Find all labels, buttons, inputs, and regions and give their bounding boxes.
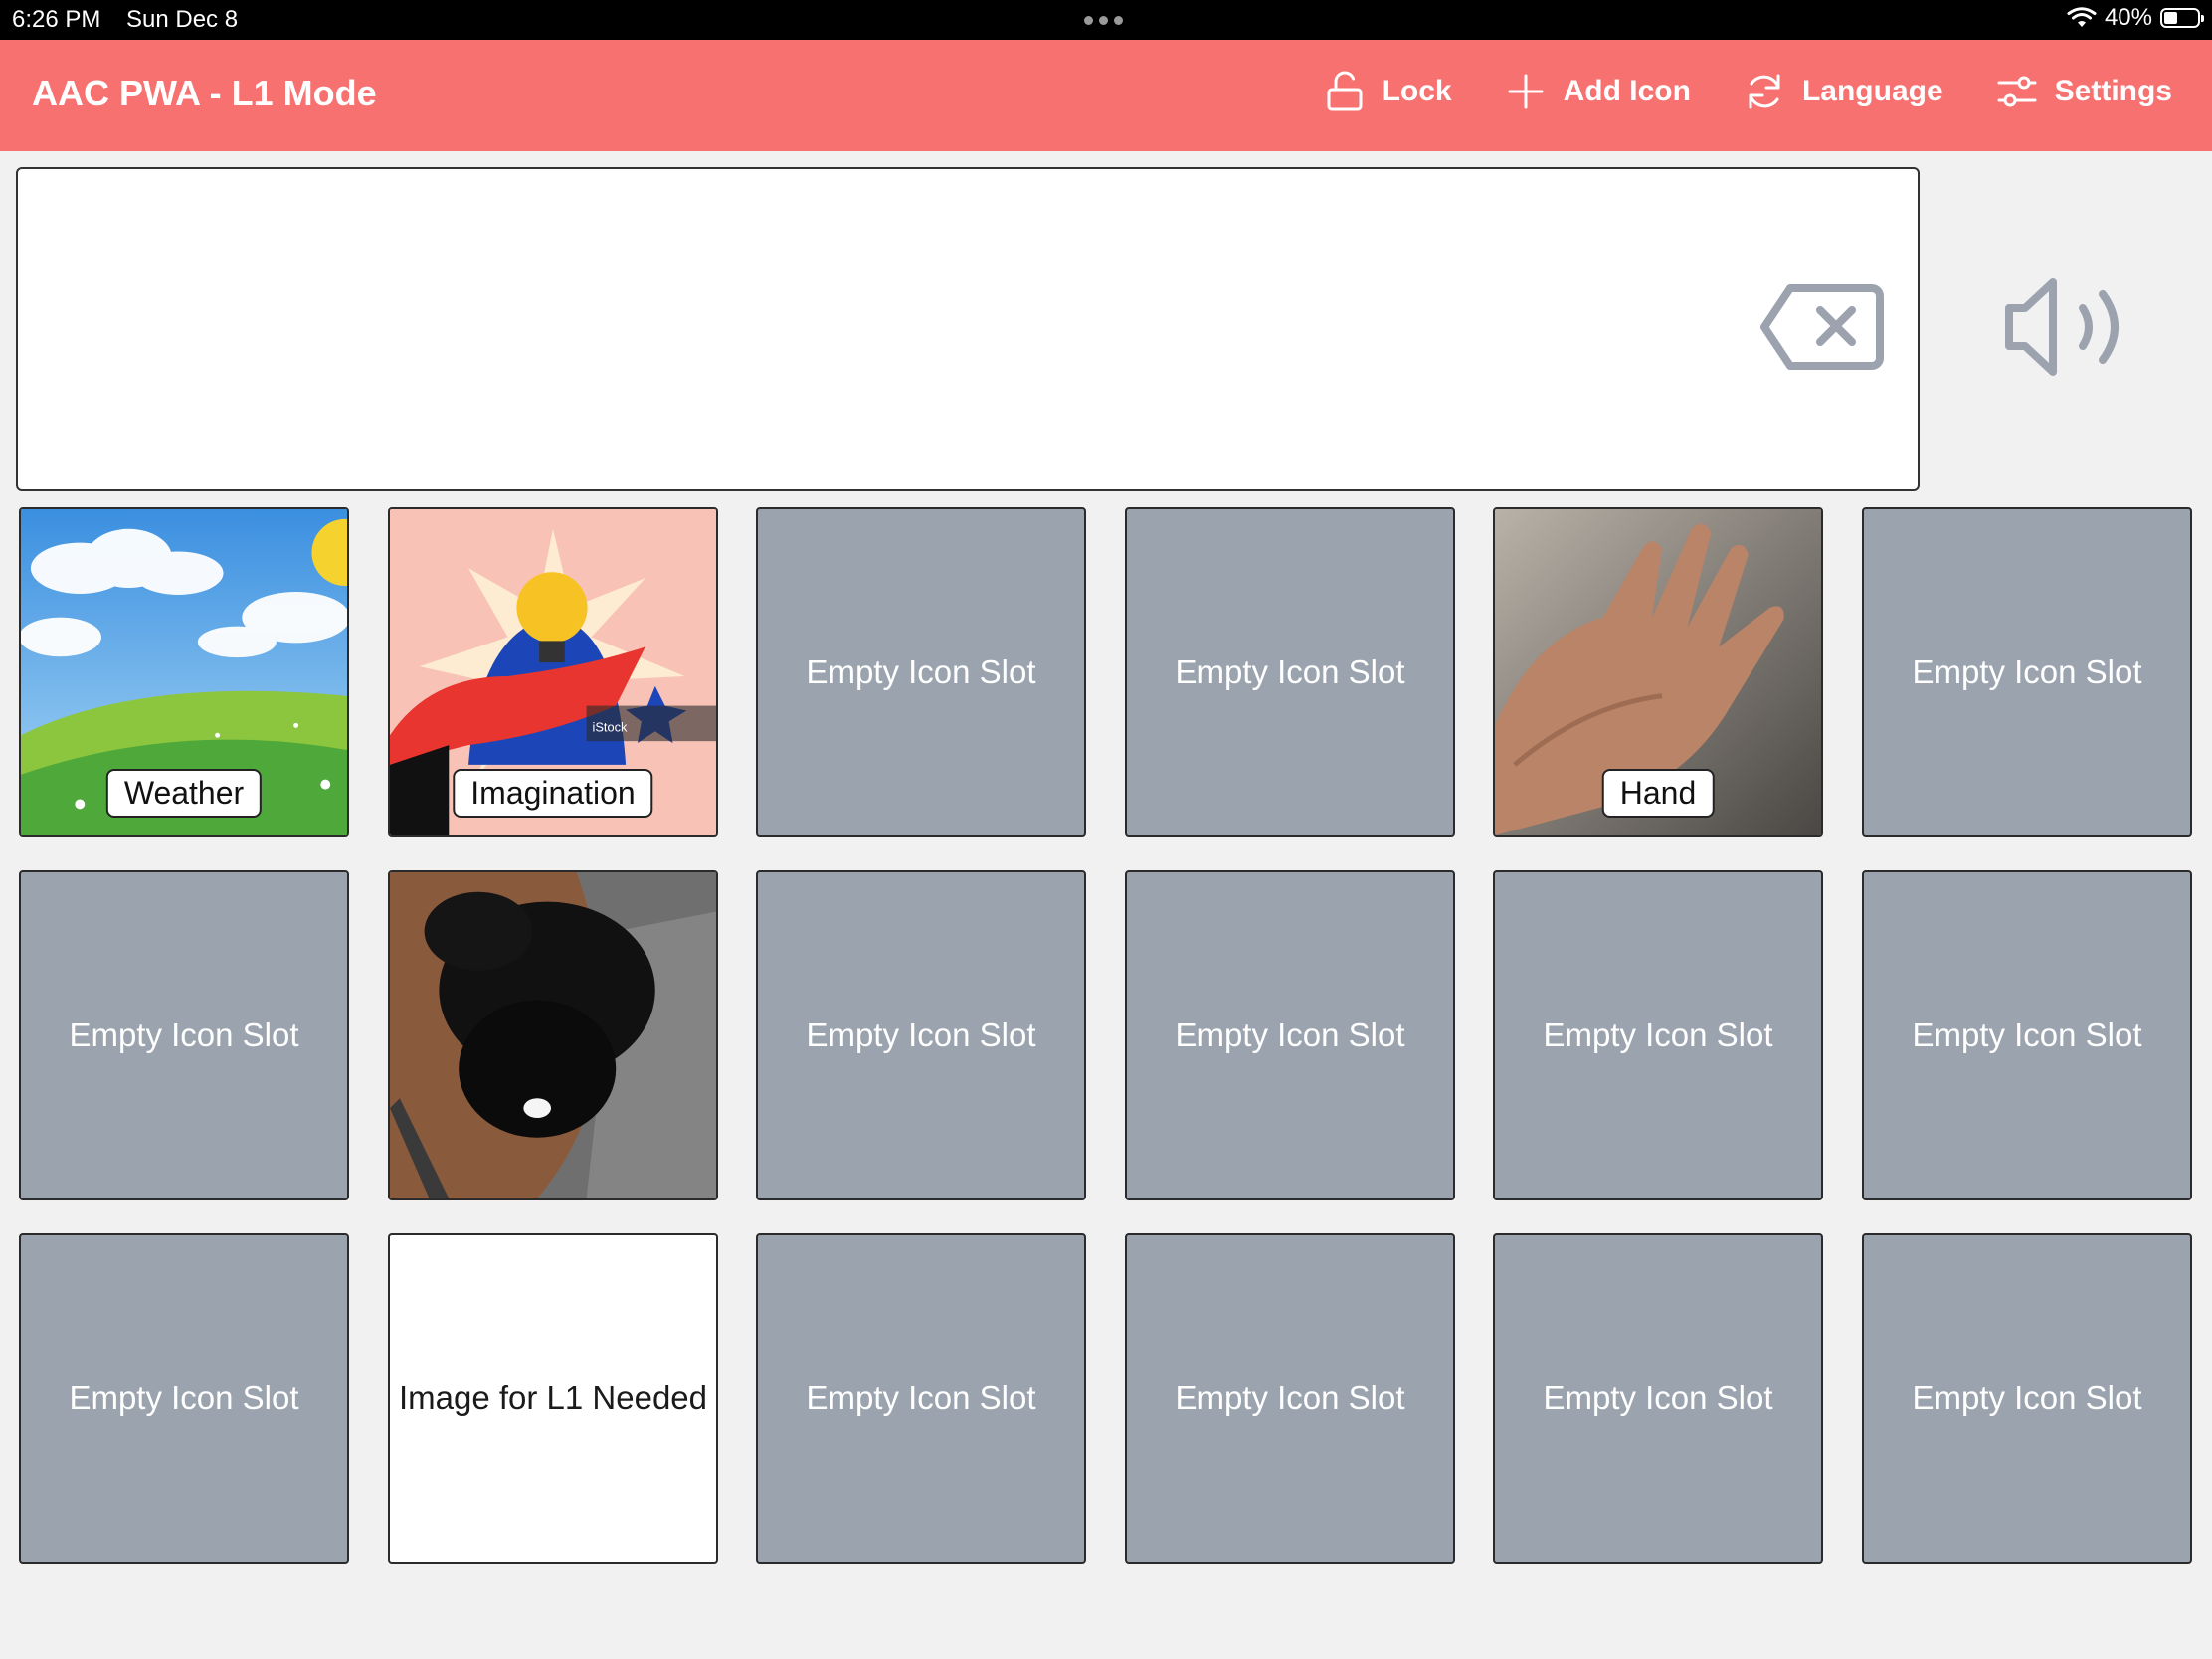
tile-weather[interactable]: Weather bbox=[19, 507, 349, 837]
tile-label: Empty Icon Slot bbox=[806, 1016, 1036, 1053]
lock-button[interactable]: Lock bbox=[1323, 70, 1452, 113]
tile-empty[interactable]: Empty Icon Slot bbox=[19, 870, 349, 1200]
tile-label: Image for L1 Needed bbox=[398, 1380, 708, 1416]
tile-empty[interactable]: Empty Icon Slot bbox=[1125, 507, 1455, 837]
istock-watermark: iStock bbox=[593, 719, 629, 734]
tile-empty[interactable]: Empty Icon Slot bbox=[1862, 507, 2192, 837]
status-time: 6:26 PM bbox=[12, 6, 101, 33]
status-date: Sun Dec 8 bbox=[126, 6, 239, 33]
tile-label: Empty Icon Slot bbox=[1543, 1380, 1773, 1416]
tile-image-needed[interactable]: Image for L1 Needed bbox=[388, 1233, 718, 1564]
tile-hand[interactable]: Hand bbox=[1493, 507, 1823, 837]
tile-label: Empty Icon Slot bbox=[1175, 1016, 1405, 1053]
tile-caption: Weather bbox=[105, 769, 263, 818]
tile-caption: Imagination bbox=[453, 769, 653, 818]
tile-empty[interactable]: Empty Icon Slot bbox=[1125, 1233, 1455, 1564]
battery-percent: 40% bbox=[2104, 4, 2152, 31]
sentence-bar[interactable] bbox=[16, 167, 1920, 491]
tile-label: Empty Icon Slot bbox=[69, 1380, 299, 1416]
settings-label: Settings bbox=[2054, 75, 2172, 107]
tile-label: Empty Icon Slot bbox=[69, 1016, 299, 1053]
tile-label: Empty Icon Slot bbox=[1175, 653, 1405, 690]
tile-empty[interactable]: Empty Icon Slot bbox=[1125, 870, 1455, 1200]
add-icon-label: Add Icon bbox=[1563, 75, 1691, 107]
tile-empty[interactable]: Empty Icon Slot bbox=[756, 507, 1086, 837]
battery-icon bbox=[2160, 8, 2204, 28]
tile-label: Empty Icon Slot bbox=[1175, 1380, 1405, 1416]
multitasking-dots-icon[interactable] bbox=[1084, 16, 1123, 25]
tile-label: Empty Icon Slot bbox=[1912, 1016, 2142, 1053]
add-icon-button[interactable]: Add Icon bbox=[1504, 70, 1691, 113]
sliders-icon bbox=[1997, 76, 2037, 107]
app-title: AAC PWA - L1 Mode bbox=[32, 73, 377, 113]
tile-label: Empty Icon Slot bbox=[806, 653, 1036, 690]
speaker-icon[interactable] bbox=[2005, 276, 2132, 378]
status-right: 40% bbox=[2067, 4, 2204, 32]
backspace-icon[interactable] bbox=[1760, 282, 1884, 372]
tile-label: Empty Icon Slot bbox=[1543, 1016, 1773, 1053]
tile-empty[interactable]: Empty Icon Slot bbox=[756, 870, 1086, 1200]
tile-label: Empty Icon Slot bbox=[806, 1380, 1036, 1416]
status-bar: 6:26 PM Sun Dec 8 40% bbox=[0, 0, 2212, 40]
lock-label: Lock bbox=[1382, 75, 1452, 107]
tile-empty[interactable]: Empty Icon Slot bbox=[19, 1233, 349, 1564]
header-actions: Lock Add Icon Language Settings bbox=[1323, 70, 2172, 113]
tile-empty[interactable]: Empty Icon Slot bbox=[1862, 870, 2192, 1200]
tile-label: Empty Icon Slot bbox=[1912, 1380, 2142, 1416]
tile-empty[interactable]: Empty Icon Slot bbox=[1862, 1233, 2192, 1564]
wifi-icon bbox=[2067, 7, 2097, 27]
tile-empty[interactable]: Empty Icon Slot bbox=[1493, 1233, 1823, 1564]
app-header: AAC PWA - L1 Mode Lock Add Icon Language bbox=[0, 40, 2212, 151]
plus-icon bbox=[1508, 74, 1544, 109]
cat-picture bbox=[390, 872, 716, 1198]
tile-empty[interactable]: Empty Icon Slot bbox=[756, 1233, 1086, 1564]
tile-caption: Hand bbox=[1601, 769, 1715, 818]
unlock-icon bbox=[1327, 71, 1363, 111]
language-button[interactable]: Language bbox=[1743, 70, 1943, 113]
tile-empty[interactable]: Empty Icon Slot bbox=[1493, 870, 1823, 1200]
tile-label: Empty Icon Slot bbox=[1912, 653, 2142, 690]
tile-imagination[interactable]: iStock Imagination bbox=[388, 507, 718, 837]
refresh-icon bbox=[1749, 74, 1780, 109]
settings-button[interactable]: Settings bbox=[1995, 70, 2172, 113]
tile-cat[interactable] bbox=[388, 870, 718, 1200]
language-label: Language bbox=[1801, 75, 1943, 107]
